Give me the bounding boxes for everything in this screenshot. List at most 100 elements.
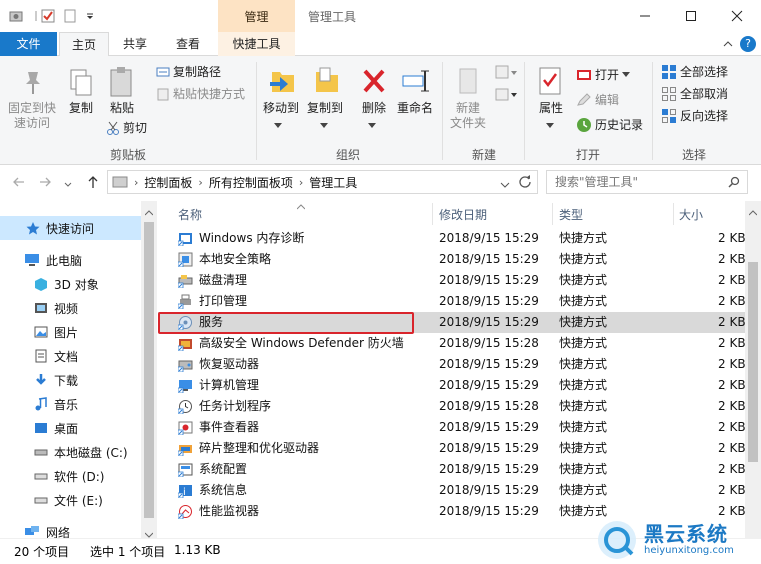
- tab-view[interactable]: 查看: [162, 32, 214, 56]
- file-date: 2018/9/15 15:29: [439, 483, 539, 497]
- new-folder-qa-icon[interactable]: [62, 8, 78, 24]
- properties-button[interactable]: 属性: [534, 101, 568, 116]
- forward-arrow-icon[interactable]: [38, 175, 52, 192]
- nav-documents[interactable]: 文档: [0, 344, 141, 368]
- easy-access-icon[interactable]: [494, 86, 518, 107]
- nav-pictures[interactable]: 图片: [0, 320, 141, 344]
- context-tab-manage: 管理: [218, 0, 295, 32]
- file-size: 2 KB: [718, 462, 746, 476]
- minimize-button[interactable]: [622, 0, 668, 32]
- address-dropdown-icon[interactable]: [500, 178, 510, 192]
- file-size: 2 KB: [718, 378, 746, 392]
- new-item-icon[interactable]: [494, 64, 518, 85]
- column-header-size[interactable]: 大小: [679, 205, 739, 225]
- nav-quick-access[interactable]: 快速访问: [0, 216, 141, 240]
- file-type: 快捷方式: [559, 462, 608, 476]
- column-divider[interactable]: [552, 203, 553, 225]
- refresh-icon[interactable]: [518, 174, 532, 191]
- nav-scrollbar-thumb[interactable]: [144, 222, 154, 518]
- copy-button[interactable]: 复制: [64, 101, 98, 116]
- file-date: 2018/9/15 15:29: [439, 420, 539, 434]
- tab-file[interactable]: 文件: [0, 32, 57, 56]
- rename-button[interactable]: 重命名: [394, 101, 436, 116]
- column-header-name[interactable]: 名称: [178, 205, 428, 225]
- table-row[interactable]: 计算机管理 2018/9/15 15:29 快捷方式 2 KB: [158, 375, 746, 396]
- breadcrumb-control-panel[interactable]: 控制面板: [144, 174, 192, 191]
- drive-icon: [34, 497, 48, 504]
- table-row[interactable]: 磁盘清理 2018/9/15 15:29 快捷方式 2 KB: [158, 270, 746, 291]
- pin-quick-access-button[interactable]: 固定到快 速访问: [4, 101, 60, 131]
- group-label-clipboard: 剪贴板: [109, 148, 146, 162]
- tab-share[interactable]: 共享: [110, 32, 160, 56]
- ribbon-collapse-icon[interactable]: [722, 38, 734, 53]
- select-all-button[interactable]: 全部选择: [661, 63, 728, 81]
- delete-button[interactable]: 删除: [356, 101, 392, 116]
- nav-disk-e[interactable]: 文件 (E:): [0, 488, 141, 512]
- select-none-button[interactable]: 全部取消: [661, 85, 728, 103]
- nav-this-pc[interactable]: 此电脑: [0, 248, 141, 272]
- table-row[interactable]: Windows 内存诊断 2018/9/15 15:29 快捷方式 2 KB: [158, 228, 746, 249]
- scroll-up-icon[interactable]: [748, 205, 758, 219]
- search-icon[interactable]: [728, 176, 740, 191]
- table-row[interactable]: 高级安全 Windows Defender 防火墙 2018/9/15 15:28…: [158, 333, 746, 354]
- shortcut-file-icon: [178, 505, 192, 519]
- move-to-button[interactable]: 移动到: [260, 101, 302, 116]
- open-button[interactable]: 打开: [576, 66, 631, 84]
- cut-button[interactable]: 剪切: [106, 119, 147, 137]
- column-divider[interactable]: [673, 203, 674, 225]
- admin-tools-icon[interactable]: [8, 8, 24, 24]
- shortcut-file-icon: i: [178, 485, 192, 498]
- file-size: 2 KB: [718, 420, 746, 434]
- recent-locations-chevron-icon[interactable]: [64, 178, 72, 192]
- nav-downloads[interactable]: 下载: [0, 368, 141, 392]
- back-arrow-icon[interactable]: [12, 175, 26, 192]
- breadcrumb-admin-tools[interactable]: 管理工具: [309, 174, 357, 191]
- table-row[interactable]: 恢复驱动器 2018/9/15 15:29 快捷方式 2 KB: [158, 354, 746, 375]
- file-date: 2018/9/15 15:28: [439, 336, 539, 350]
- history-button[interactable]: 历史记录: [576, 116, 643, 134]
- help-icon[interactable]: ?: [740, 36, 756, 52]
- nav-desktop[interactable]: 桌面: [0, 416, 141, 440]
- copy-path-button[interactable]: 复制路径: [156, 63, 221, 81]
- list-scrollbar-thumb[interactable]: [748, 262, 758, 462]
- maximize-button[interactable]: [668, 0, 714, 32]
- breadcrumb-all-items[interactable]: 所有控制面板项: [209, 174, 293, 191]
- up-arrow-icon[interactable]: [86, 175, 100, 192]
- watermark-url: heiyunxitong.com: [644, 545, 734, 556]
- scroll-up-icon[interactable]: [144, 205, 154, 219]
- nav-disk-d[interactable]: 软件 (D:): [0, 464, 141, 488]
- paste-shortcut-button[interactable]: 粘贴快捷方式: [156, 85, 245, 103]
- table-row[interactable]: 系统配置 2018/9/15 15:29 快捷方式 2 KB: [158, 459, 746, 480]
- shortcut-file-icon: [178, 463, 193, 477]
- table-row[interactable]: 打印管理 2018/9/15 15:29 快捷方式 2 KB: [158, 291, 746, 312]
- delete-icon: [362, 68, 386, 97]
- file-name: 恢复驱动器: [199, 357, 260, 371]
- column-divider[interactable]: [432, 203, 433, 225]
- qa-dropdown-icon[interactable]: [82, 8, 98, 24]
- nav-disk-c[interactable]: 本地磁盘 (C:): [0, 440, 141, 464]
- paste-button[interactable]: 粘贴: [104, 101, 140, 116]
- new-folder-button[interactable]: 新建 文件夹: [446, 101, 490, 131]
- close-button[interactable]: [714, 0, 760, 32]
- table-row[interactable]: 任务计划程序 2018/9/15 15:28 快捷方式 2 KB: [158, 396, 746, 417]
- copy-to-button[interactable]: 复制到: [304, 101, 346, 116]
- table-row[interactable]: 碎片整理和优化驱动器 2018/9/15 15:29 快捷方式 2 KB: [158, 438, 746, 459]
- nav-videos[interactable]: 视频: [0, 296, 141, 320]
- search-input[interactable]: 搜索"管理工具": [546, 170, 748, 194]
- tab-home[interactable]: 主页: [59, 32, 109, 57]
- nav-music[interactable]: 音乐: [0, 392, 141, 416]
- nav-3d-objects[interactable]: 3D 对象: [0, 272, 141, 296]
- invert-selection-button[interactable]: 反向选择: [661, 107, 728, 125]
- column-header-type[interactable]: 类型: [559, 205, 669, 225]
- column-header-date[interactable]: 修改日期: [439, 205, 549, 225]
- table-row[interactable]: i 系统信息 2018/9/15 15:29 快捷方式 2 KB: [158, 480, 746, 501]
- tab-shortcut-tools[interactable]: 快捷工具: [218, 32, 295, 56]
- table-row[interactable]: 事件查看器 2018/9/15 15:29 快捷方式 2 KB: [158, 417, 746, 438]
- new-folder-icon: [456, 66, 482, 99]
- file-size: 2 KB: [718, 336, 746, 350]
- address-bar[interactable]: › 控制面板 › 所有控制面板项 › 管理工具: [107, 170, 538, 194]
- table-row[interactable]: 本地安全策略 2018/9/15 15:29 快捷方式 2 KB: [158, 249, 746, 270]
- properties-qa-icon[interactable]: [40, 8, 56, 24]
- invert-selection-icon: [662, 109, 676, 123]
- edit-button[interactable]: 编辑: [576, 91, 619, 109]
